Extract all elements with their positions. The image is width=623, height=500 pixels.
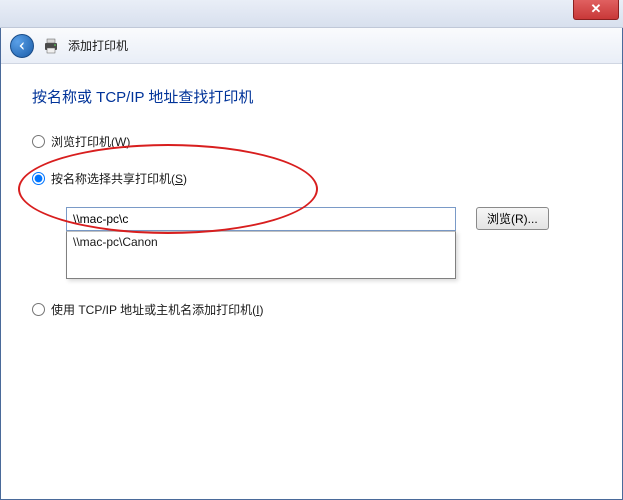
page-heading: 按名称或 TCP/IP 地址查找打印机	[32, 86, 591, 107]
browse-button[interactable]: 浏览(R)...	[476, 207, 549, 230]
back-button[interactable]	[10, 34, 34, 58]
autocomplete-item[interactable]: \\mac-pc\Canon	[67, 232, 455, 252]
option-by-tcpip[interactable]: 使用 TCP/IP 地址或主机名添加打印机(I)	[32, 301, 591, 318]
by-name-input-area: 浏览(R)... \\mac-pc\Canon	[66, 207, 591, 231]
radio-browse[interactable]	[32, 135, 45, 148]
header-title: 添加打印机	[68, 37, 128, 54]
printer-icon	[42, 37, 60, 55]
arrow-left-icon	[16, 40, 28, 52]
option-by-name-label: 按名称选择共享打印机(S)	[51, 170, 187, 187]
close-icon: ✕	[591, 1, 602, 16]
option-browse-label: 浏览打印机(W)	[51, 133, 130, 150]
radio-by-name[interactable]	[32, 172, 45, 185]
wizard-header: 添加打印机	[0, 28, 623, 64]
option-by-tcpip-label: 使用 TCP/IP 地址或主机名添加打印机(I)	[51, 301, 263, 318]
radio-by-tcpip[interactable]	[32, 303, 45, 316]
autocomplete-dropdown: \\mac-pc\Canon	[66, 231, 456, 279]
option-by-name[interactable]: 按名称选择共享打印机(S)	[32, 170, 591, 187]
printer-path-input[interactable]	[66, 207, 456, 231]
titlebar: ✕	[0, 0, 623, 28]
close-button[interactable]: ✕	[573, 0, 619, 20]
content-area: 按名称或 TCP/IP 地址查找打印机 浏览打印机(W) 按名称选择共享打印机(…	[0, 64, 623, 360]
option-browse-printers[interactable]: 浏览打印机(W)	[32, 133, 591, 150]
